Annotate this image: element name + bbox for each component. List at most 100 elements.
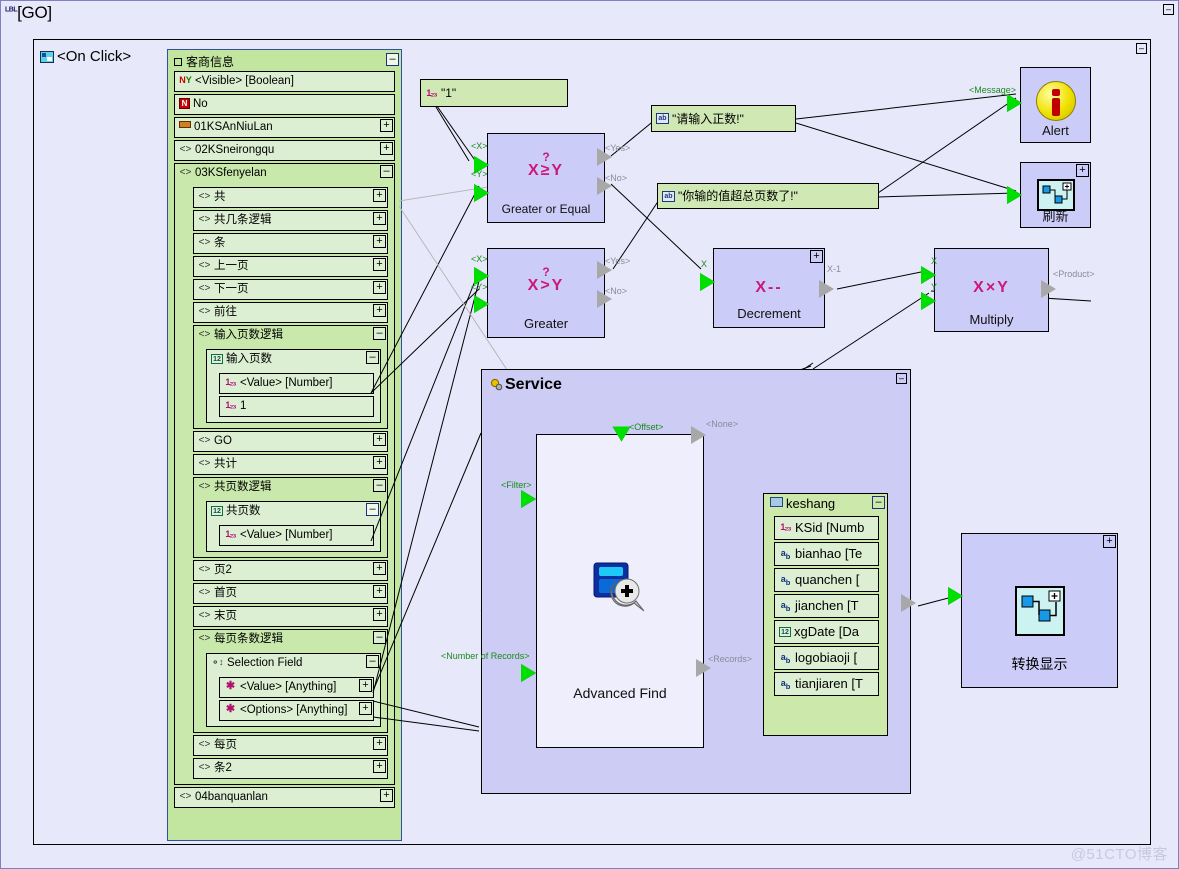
port-in-refresh[interactable] (1007, 186, 1022, 204)
node-transform-display[interactable]: 转换显示 + (961, 533, 1118, 688)
tree-group-input-page[interactable]: 12 输入页数 – 1₂₃ <Value> [Number] 1₂₃ 1 (206, 349, 381, 423)
port-in-y[interactable] (474, 184, 489, 202)
list-item[interactable]: 1₂₃ <Value> [Number] (219, 373, 374, 394)
list-item[interactable]: <> 04banquanlan + (174, 787, 395, 808)
port-out-records[interactable] (696, 659, 711, 677)
tree-group-toggle[interactable]: – (380, 165, 393, 178)
list-item-toggle[interactable]: + (380, 119, 393, 132)
port-in-filter[interactable] (521, 490, 536, 508)
port-in-x[interactable] (700, 273, 715, 291)
list-item-toggle[interactable]: + (373, 456, 386, 469)
tree-group-header[interactable]: 12 输入页数 – (207, 350, 380, 371)
list-item-toggle[interactable]: + (373, 235, 386, 248)
list-item[interactable]: <> 上一页 + (193, 256, 388, 277)
tree-group-toggle[interactable]: – (373, 479, 386, 492)
list-item[interactable]: <> 共几条逻辑 + (193, 210, 388, 231)
list-item[interactable]: 1₂₃ <Value> [Number] (219, 525, 374, 546)
list-item[interactable]: ✱ <Options> [Anything] + (219, 700, 374, 721)
list-item[interactable]: <> 共计 + (193, 454, 388, 475)
list-item-toggle[interactable]: + (373, 562, 386, 575)
list-item-toggle[interactable]: + (373, 737, 386, 750)
port-out-yes[interactable] (597, 148, 612, 166)
list-item-toggle[interactable]: + (373, 760, 386, 773)
list-item-toggle[interactable]: + (359, 679, 372, 692)
port-out-no[interactable] (597, 177, 612, 195)
node-greater[interactable]: ? X>Y Greater (487, 248, 605, 338)
list-item-toggle[interactable]: + (373, 585, 386, 598)
tree-group-header[interactable]: <> 共页数逻辑 – (194, 478, 387, 499)
tree-group-header[interactable]: <> 输入页数逻辑 – (194, 326, 387, 347)
tree-root-toggle[interactable]: – (386, 53, 399, 66)
table-row[interactable]: ab logobiaoji [ (774, 646, 879, 670)
tree-group-toggle[interactable]: – (366, 503, 379, 516)
tree-group-toggle[interactable]: – (373, 631, 386, 644)
tree-group-toggle[interactable]: – (366, 351, 379, 364)
port-out-none[interactable] (691, 426, 706, 444)
tree-group-header[interactable]: <> 03KSfenyelan – (175, 164, 394, 185)
table-row[interactable]: ab bianhao [Te (774, 542, 879, 566)
port-in-offset[interactable] (612, 426, 631, 442)
list-item[interactable]: <> 条 + (193, 233, 388, 254)
node-multiply[interactable]: X×Y Multiply (934, 248, 1049, 332)
port-out-entity[interactable] (901, 594, 916, 612)
tree-group-toggle[interactable]: – (366, 655, 379, 668)
list-item[interactable]: ✱ <Value> [Anything] + (219, 677, 374, 698)
tree-group-total-pages-logic[interactable]: <> 共页数逻辑 – 12 共页数 – 1₂₃ <Value> [Number] (193, 477, 388, 558)
tree-group-toggle[interactable]: – (373, 327, 386, 340)
tree-group-selection-field[interactable]: ⚬↕ Selection Field – ✱ <Value> [Anything] … (206, 653, 381, 727)
node-expand-toggle[interactable]: + (1103, 535, 1116, 548)
list-item-toggle[interactable]: + (373, 258, 386, 271)
port-out-no[interactable] (597, 290, 612, 308)
entity-collapse-toggle[interactable]: – (872, 496, 885, 509)
node-expand-toggle[interactable]: + (1076, 164, 1089, 177)
tree-group-header[interactable]: ⚬↕ Selection Field – (207, 654, 380, 675)
list-item[interactable]: <> 前往 + (193, 302, 388, 323)
node-refresh[interactable]: 刷新 + (1020, 162, 1091, 228)
literal-message-positive-box[interactable]: ab "请输入正数!" (651, 105, 796, 132)
node-advanced-find[interactable]: Advanced Find (536, 434, 704, 748)
tree-group-header[interactable]: <> 每页条数逻辑 – (194, 630, 387, 651)
list-item-toggle[interactable]: + (373, 189, 386, 202)
literal-message-overflow-box[interactable]: ab "你输的值超总页数了!" (657, 183, 879, 209)
tree-group-header[interactable]: 12 共页数 – (207, 502, 380, 523)
list-item[interactable]: <> GO + (193, 431, 388, 452)
canvas-collapse-toggle[interactable]: – (1163, 4, 1174, 15)
tree-group-total-pages[interactable]: 12 共页数 – 1₂₃ <Value> [Number] (206, 501, 381, 552)
list-item[interactable]: <> 每页 + (193, 735, 388, 756)
list-item[interactable]: <> 页2 + (193, 560, 388, 581)
node-expand-toggle[interactable]: + (810, 250, 823, 263)
list-item[interactable]: <> 条2 + (193, 758, 388, 779)
list-item[interactable]: 1₂₃ 1 (219, 396, 374, 417)
list-item-toggle[interactable]: + (380, 789, 393, 802)
list-item-toggle[interactable]: + (380, 142, 393, 155)
node-decrement[interactable]: X-- Decrement + (713, 248, 825, 328)
literal-one-box[interactable]: 1₂₃ "1" (420, 79, 568, 107)
list-item[interactable]: NY <Visible> [Boolean] (174, 71, 395, 92)
list-item-toggle[interactable]: + (359, 702, 372, 715)
port-in-number-of-records[interactable] (521, 664, 536, 682)
list-item[interactable]: 01KSAnNiuLan + (174, 117, 395, 138)
list-item-toggle[interactable]: + (373, 281, 386, 294)
entity-keshang[interactable]: keshang – 1₂₃ KSid [Numb ab bianhao [Te ab… (763, 493, 888, 736)
list-item[interactable]: <> 下一页 + (193, 279, 388, 300)
list-item[interactable]: <> 02KSneirongqu + (174, 140, 395, 161)
tree-group-input-page-logic[interactable]: <> 输入页数逻辑 – 12 输入页数 – 1₂₃ <Value> [Number] … (193, 325, 388, 429)
entity-header[interactable]: keshang – (764, 494, 887, 514)
port-out-x-minus-1[interactable] (819, 280, 834, 298)
port-in-message[interactable] (1007, 94, 1022, 112)
tree-group-rows-per-page-logic[interactable]: <> 每页条数逻辑 – ⚬↕ Selection Field – ✱ <Value> … (193, 629, 388, 733)
port-in-y[interactable] (921, 292, 936, 310)
list-item-toggle[interactable]: + (373, 212, 386, 225)
node-alert[interactable]: Alert (1020, 67, 1091, 143)
table-row[interactable]: 12 xgDate [Da (774, 620, 879, 644)
service-collapse-toggle[interactable]: – (896, 373, 907, 384)
table-row[interactable]: ab tianjiaren [T (774, 672, 879, 696)
list-item[interactable]: N No (174, 94, 395, 115)
table-row[interactable]: ab quanchen [ (774, 568, 879, 592)
list-item[interactable]: <> 共 + (193, 187, 388, 208)
port-in-y[interactable] (474, 295, 489, 313)
port-in-transform-display[interactable] (948, 587, 963, 605)
list-item[interactable]: <> 首页 + (193, 583, 388, 604)
on-click-collapse-toggle[interactable]: – (1136, 43, 1147, 54)
tree-root-header[interactable]: 客商信息 – (168, 50, 401, 69)
